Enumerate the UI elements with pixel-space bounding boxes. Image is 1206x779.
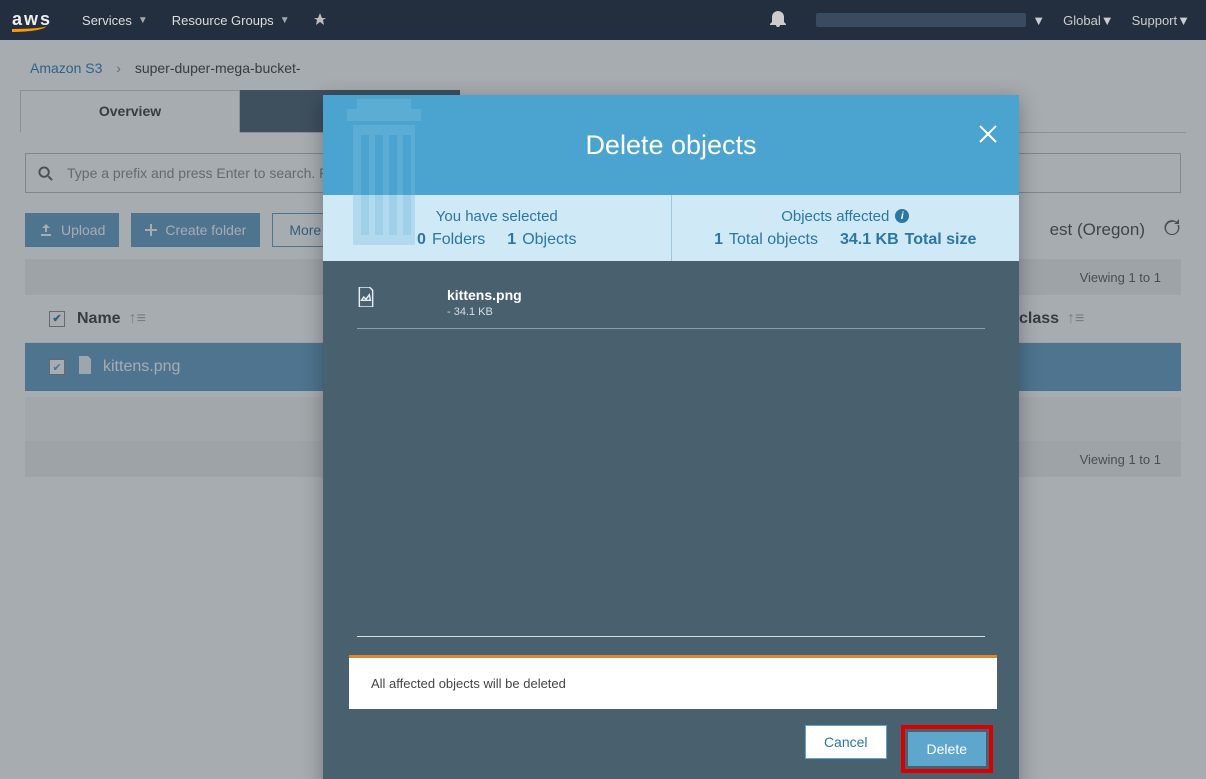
- top-nav: aws Services ▼ Resource Groups ▼ ▼ Globa…: [0, 0, 1206, 40]
- chevron-down-icon: ▼: [138, 15, 148, 26]
- object-row: kittens.png - 34.1 KB: [357, 277, 985, 329]
- account-name-redacted: [816, 13, 1026, 27]
- chevron-down-icon: ▼: [280, 15, 290, 26]
- total-size-label: Total size: [905, 231, 977, 248]
- cancel-button[interactable]: Cancel: [805, 725, 887, 759]
- modal-title: Delete objects: [585, 130, 756, 161]
- account-menu[interactable]: ▼: [816, 13, 1045, 28]
- info-icon[interactable]: i: [895, 209, 909, 223]
- resource-groups-label: Resource Groups: [172, 13, 274, 28]
- main-content: Amazon S3 › super-duper-mega-bucket- Ove…: [0, 40, 1206, 779]
- close-icon[interactable]: [977, 123, 999, 150]
- object-size: - 34.1 KB: [447, 306, 522, 318]
- file-image-icon: [357, 287, 447, 312]
- trash-icon: [333, 95, 443, 245]
- region-menu[interactable]: Global ▼: [1063, 13, 1113, 28]
- object-name: kittens.png: [447, 287, 522, 303]
- summary-affected-title: Objects affected: [781, 208, 889, 225]
- chevron-down-icon: ▼: [1101, 13, 1114, 28]
- summary-affected: Objects affected i 1 Total objects 34.1 K…: [672, 195, 1020, 261]
- resource-groups-menu[interactable]: Resource Groups ▼: [172, 13, 290, 28]
- total-label: Total objects: [729, 231, 818, 248]
- delete-button[interactable]: Delete: [908, 732, 986, 766]
- modal-body: kittens.png - 34.1 KB: [323, 261, 1019, 636]
- delete-objects-modal: Delete objects You have selected 0Folder…: [323, 95, 1019, 779]
- modal-footer: Cancel Delete: [323, 709, 1019, 779]
- modal-divider: [357, 636, 985, 637]
- objects-label: Objects: [522, 231, 576, 248]
- chevron-down-icon: ▼: [1032, 13, 1045, 28]
- aws-smile-icon: [12, 26, 46, 32]
- support-label: Support: [1132, 13, 1178, 28]
- warning-text: All affected objects will be deleted: [371, 676, 566, 691]
- aws-logo[interactable]: aws: [12, 9, 52, 32]
- bell-icon[interactable]: [770, 9, 786, 32]
- delete-highlight: Delete: [901, 725, 993, 773]
- modal-header: Delete objects: [323, 95, 1019, 195]
- pin-icon[interactable]: [314, 13, 326, 27]
- objects-count: 1: [507, 231, 516, 248]
- services-label: Services: [82, 13, 132, 28]
- support-menu[interactable]: Support ▼: [1132, 13, 1190, 28]
- services-menu[interactable]: Services ▼: [82, 13, 148, 28]
- chevron-down-icon: ▼: [1177, 13, 1190, 28]
- region-label: Global: [1063, 13, 1101, 28]
- summary-selected-title: You have selected: [436, 208, 558, 225]
- warning-box: All affected objects will be deleted: [349, 655, 997, 709]
- total-count: 1: [714, 231, 723, 248]
- total-size: 34.1 KB: [840, 231, 899, 248]
